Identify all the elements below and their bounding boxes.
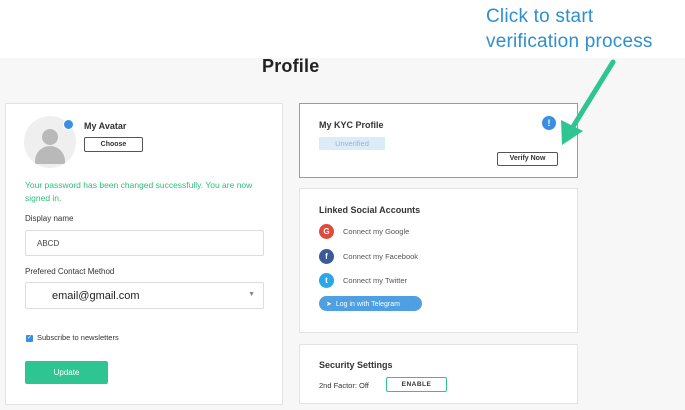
callout-line-1: Click to start	[486, 6, 594, 27]
info-icon[interactable]: !	[542, 116, 556, 130]
callout-annotation: Click to start verification process	[486, 4, 682, 54]
security-settings-card: Security Settings 2nd Factor: Off ENABLE	[299, 344, 578, 404]
security-heading: Security Settings	[319, 360, 393, 370]
connect-google-label: Connect my Google	[343, 227, 410, 236]
connect-twitter-label: Connect my Twitter	[343, 276, 408, 285]
kyc-card: My KYC Profile Unverified ! Verify Now	[299, 103, 578, 178]
second-factor-status: 2nd Factor: Off	[319, 381, 369, 390]
enable-2fa-button[interactable]: ENABLE	[386, 377, 447, 392]
newsletter-checkbox[interactable]: ✓	[26, 335, 33, 342]
twitter-icon: t	[319, 273, 334, 288]
telegram-login-button[interactable]: ➤ Log in with Telegram	[319, 296, 422, 311]
profile-form-card: My Avatar Choose Your password has been …	[5, 103, 283, 405]
contact-method-select[interactable]: email@gmail.com ▼	[25, 282, 264, 309]
display-name-label: Display name	[25, 214, 74, 223]
choose-avatar-button[interactable]: Choose	[84, 137, 143, 152]
success-message: Your password has been changed successfu…	[25, 180, 253, 203]
telegram-label: Log in with Telegram	[335, 300, 400, 308]
facebook-icon: f	[319, 249, 334, 264]
kyc-heading: My KYC Profile	[319, 120, 384, 130]
avatar-head	[42, 129, 58, 145]
avatar-status-dot	[63, 119, 74, 130]
contact-method-label: Prefered Contact Method	[25, 267, 115, 276]
avatar-label: My Avatar	[84, 121, 127, 131]
connect-facebook-label: Connect my Facebook	[343, 252, 419, 261]
display-name-input[interactable]	[25, 230, 264, 256]
google-icon: G	[319, 224, 334, 239]
newsletter-label: Subscribe to newsletters	[37, 333, 119, 342]
chevron-down-icon: ▼	[248, 291, 255, 298]
avatar-body	[35, 146, 65, 164]
social-heading: Linked Social Accounts	[319, 205, 421, 215]
contact-method-value: email@gmail.com	[52, 290, 140, 302]
callout-line-2: verification process	[486, 31, 653, 52]
telegram-icon: ➤	[326, 300, 332, 308]
verify-now-button[interactable]: Verify Now	[497, 152, 558, 166]
update-button[interactable]: Update	[25, 361, 108, 384]
page-title: Profile	[262, 56, 320, 76]
status-badge: Unverified	[319, 137, 385, 150]
linked-social-card: Linked Social Accounts G Connect my Goog…	[299, 188, 578, 333]
